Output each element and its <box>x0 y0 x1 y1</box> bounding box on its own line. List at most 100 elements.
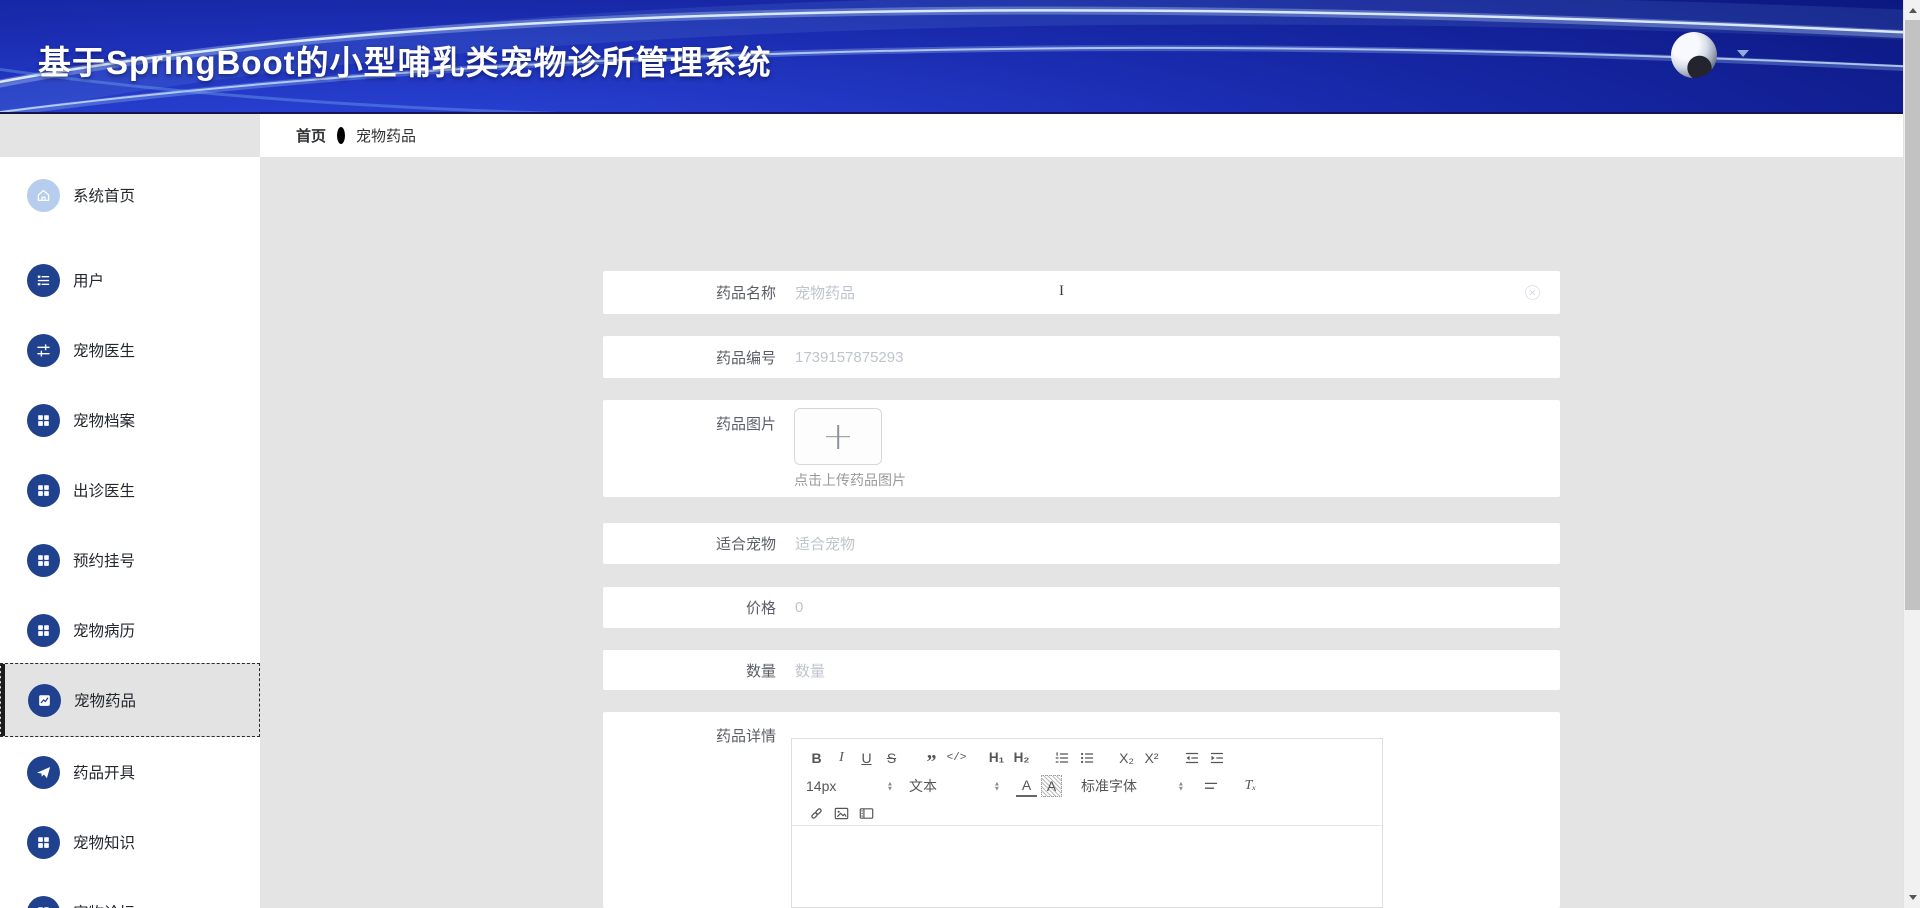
form-row-medicine-details: 药品详情 B I U S ” </> H₁ H₂ X₂ X² 14px ▲ ▼ … <box>603 712 1560 908</box>
scroll-down-button[interactable] <box>1904 889 1920 906</box>
sliders-icon <box>27 333 60 367</box>
underline-button[interactable]: U <box>856 747 877 769</box>
list-icon <box>27 263 60 297</box>
image-upload-button[interactable] <box>794 408 882 465</box>
field-label: 药品编号 <box>715 349 776 367</box>
rich-text-editor: B I U S ” </> H₁ H₂ X₂ X² 14px ▲ ▼ 文本 ▲ … <box>791 738 1383 908</box>
input-placeholder: 宠物药品 <box>795 285 856 302</box>
editor-content-area[interactable] <box>792 826 1382 907</box>
sidebar-item-label: 宠物档案 <box>73 413 136 430</box>
field-label: 价格 <box>745 600 776 617</box>
font-family-select[interactable]: 标准字体 <box>1081 776 1185 796</box>
user-avatar[interactable] <box>1671 32 1717 78</box>
heading1-button[interactable]: H₁ <box>986 747 1007 769</box>
spinner-icon <box>886 781 894 791</box>
spinner-icon <box>993 781 1001 791</box>
page-scrollbar[interactable] <box>1903 0 1920 908</box>
price-input[interactable]: 0 <box>795 587 1560 628</box>
grid-icon <box>27 895 60 908</box>
sidebar-item-pet-doctor[interactable]: 宠物医生 <box>0 313 260 387</box>
sidebar-item-label: 宠物病历 <box>73 623 136 640</box>
image-icon[interactable] <box>831 803 852 825</box>
spinner-icon <box>1177 781 1185 791</box>
trend-chart-icon <box>28 683 61 717</box>
input-placeholder: 数量 <box>795 662 826 680</box>
form-row-medicine-number: 药品编号 1739157875293 <box>603 336 1560 378</box>
sidebar-item-prescription[interactable]: 药品开具 <box>0 735 260 809</box>
sidebar-item-pet-forum[interactable]: 宠物论坛 <box>0 875 260 908</box>
text-cursor-icon <box>1059 284 1064 299</box>
sidebar-item-pet-archive[interactable]: 宠物档案 <box>0 383 260 457</box>
send-icon <box>27 755 60 789</box>
unordered-list-icon[interactable] <box>1076 747 1097 769</box>
indent-decrease-icon[interactable] <box>1181 747 1202 769</box>
sidebar-item-label: 宠物药品 <box>74 693 137 710</box>
strikethrough-button[interactable]: S <box>881 747 902 769</box>
field-label: 药品图片 <box>715 416 776 433</box>
background-color-button[interactable]: A <box>1041 774 1062 797</box>
font-size-value: 14px <box>806 777 837 794</box>
app-header: 基于SpringBoot的小型哺乳类宠物诊所管理系统 <box>0 0 1920 114</box>
sidebar-item-users[interactable]: 用户 <box>0 243 260 317</box>
field-label: 数量 <box>745 662 776 680</box>
breadcrumb-current: 宠物药品 <box>356 128 417 145</box>
sidebar-item-label: 预约挂号 <box>73 553 136 570</box>
editor-toolbar: B I U S ” </> H₁ H₂ X₂ X² 14px ▲ ▼ 文本 ▲ … <box>792 739 1382 826</box>
text-type-select[interactable]: 文本 <box>909 776 1001 796</box>
sidebar: 系统首页 用户 宠物医生 宠物档案 出诊医生 预约挂号 宠物病历 宠物药品 药品… <box>0 157 260 908</box>
medicine-number-input[interactable]: 1739157875293 <box>795 336 1560 378</box>
form-row-medicine-image: 药品图片 点击上传药品图片 <box>603 400 1560 497</box>
sidebar-item-label: 用户 <box>73 273 105 290</box>
caret-down-icon[interactable] <box>1737 50 1749 57</box>
input-placeholder: 0 <box>795 599 804 616</box>
link-icon[interactable] <box>806 803 827 825</box>
form-row-medicine-name: 药品名称 宠物药品 <box>603 271 1560 314</box>
breadcrumb: 首页 宠物药品 <box>260 114 1903 157</box>
font-family-value: 标准字体 <box>1081 777 1137 794</box>
grid-icon <box>27 543 60 577</box>
sidebar-item-label: 宠物知识 <box>73 835 136 852</box>
form-row-suitable-pet: 适合宠物 适合宠物 <box>603 523 1560 564</box>
code-button[interactable]: </> <box>946 747 967 769</box>
medicine-name-input[interactable]: 宠物药品 <box>795 271 1560 314</box>
indent-increase-icon[interactable] <box>1206 747 1227 769</box>
superscript-button[interactable]: X² <box>1141 747 1162 769</box>
subscript-button[interactable]: X₂ <box>1116 747 1137 769</box>
sidebar-item-medical-record[interactable]: 宠物病历 <box>0 593 260 667</box>
clear-format-button[interactable]: Tₓ <box>1240 775 1261 797</box>
align-icon[interactable] <box>1200 775 1221 797</box>
clear-input-icon[interactable] <box>1525 284 1540 300</box>
text-type-value: 文本 <box>909 777 937 794</box>
input-placeholder: 适合宠物 <box>795 536 856 553</box>
sidebar-item-appointment[interactable]: 预约挂号 <box>0 523 260 597</box>
upload-hint: 点击上传药品图片 <box>794 472 906 488</box>
scrollbar-thumb[interactable] <box>1905 20 1920 610</box>
sidebar-item-home[interactable]: 系统首页 <box>0 158 260 232</box>
video-icon[interactable] <box>856 803 877 825</box>
scroll-up-button[interactable] <box>1904 2 1920 19</box>
bold-button[interactable]: B <box>806 747 827 769</box>
ordered-list-icon[interactable] <box>1051 747 1072 769</box>
sidebar-item-pet-medicine[interactable]: 宠物药品 <box>0 663 260 737</box>
quantity-input[interactable]: 数量 <box>795 650 1560 690</box>
input-placeholder: 1739157875293 <box>795 348 904 366</box>
breadcrumb-separator <box>337 127 346 144</box>
sidebar-item-label: 出诊医生 <box>73 483 136 500</box>
grid-icon <box>27 473 60 507</box>
form-row-price: 价格 0 <box>603 587 1560 628</box>
sidebar-item-pet-knowledge[interactable]: 宠物知识 <box>0 805 260 879</box>
grid-icon <box>27 613 60 647</box>
suitable-pet-input[interactable]: 适合宠物 <box>795 523 1560 564</box>
sidebar-item-label: 药品开具 <box>73 765 136 782</box>
field-label: 药品名称 <box>715 285 776 302</box>
home-icon <box>27 178 60 212</box>
font-size-select[interactable]: 14px <box>806 778 894 794</box>
field-label: 适合宠物 <box>715 536 776 553</box>
sidebar-item-visiting-doctor[interactable]: 出诊医生 <box>0 453 260 527</box>
font-color-button[interactable]: A <box>1016 775 1037 797</box>
form-row-quantity: 数量 数量 <box>603 650 1560 690</box>
blockquote-button[interactable]: ” <box>921 747 942 772</box>
heading2-button[interactable]: H₂ <box>1011 747 1032 769</box>
breadcrumb-home[interactable]: 首页 <box>296 125 326 146</box>
italic-button[interactable]: I <box>831 747 852 769</box>
